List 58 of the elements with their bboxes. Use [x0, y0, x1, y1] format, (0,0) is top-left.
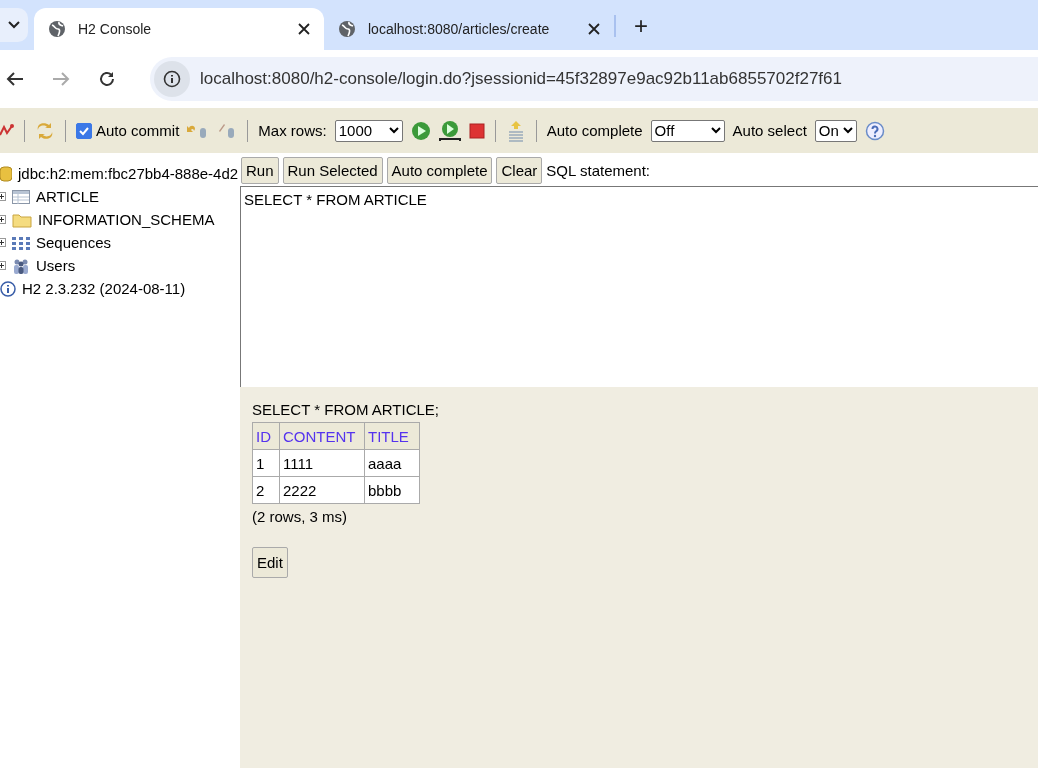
tab-list-button[interactable] [0, 8, 28, 42]
result-summary: (2 rows, 3 ms) [252, 508, 347, 525]
connection-label: jdbc:h2:mem:fbc27bb4-888e-4d2 [18, 165, 239, 182]
tree-item[interactable]: ARTICLE [36, 188, 100, 205]
close-icon[interactable] [298, 23, 310, 35]
address-bar[interactable]: localhost:8080/h2-console/login.do?jsessionid=45f32897e9ac92b11ab6855702f27f61 [150, 57, 1038, 101]
database-icon [0, 165, 12, 182]
globe-icon [48, 20, 66, 38]
tab-title: localhost:8080/articles/create [368, 21, 551, 37]
table-cell: 2222 [279, 476, 365, 504]
table-icon [12, 189, 30, 204]
toolbar-button[interactable]: Run [241, 157, 279, 184]
table-cell: 1111 [279, 449, 365, 477]
site-info-button[interactable] [154, 61, 190, 97]
play-selected-icon[interactable] [438, 119, 461, 142]
column-header[interactable]: TITLE [364, 422, 420, 450]
reload-icon[interactable] [98, 70, 116, 88]
auto-select-select[interactable]: On [814, 119, 857, 142]
tree-item[interactable]: Users [36, 257, 76, 274]
tree-item[interactable]: Sequences [36, 234, 112, 251]
checkbox[interactable] [76, 122, 92, 139]
column-header[interactable]: CONTENT [279, 422, 365, 450]
close-icon[interactable] [588, 23, 600, 35]
chevron-down-icon [388, 127, 399, 134]
max-rows-label: Max rows: [258, 122, 327, 139]
auto-complete-label: Auto complete [546, 122, 643, 139]
table-cell: 1 [252, 449, 280, 477]
help-icon[interactable] [864, 120, 885, 141]
sql-editor[interactable]: SELECT * FROM ARTICLE [240, 186, 1038, 387]
column-header[interactable]: ID [252, 422, 280, 450]
back-icon[interactable] [6, 71, 24, 87]
auto-commit-checkbox[interactable]: Auto commit [76, 122, 180, 139]
chevron-down-icon [842, 127, 853, 134]
info-icon [163, 70, 181, 88]
auto-select-label: Auto select [732, 122, 807, 139]
chevron-down-icon [710, 127, 721, 134]
max-rows-select[interactable]: 1000 [334, 119, 403, 142]
toolbar-button[interactable]: Auto complete [386, 157, 493, 184]
browser-tab[interactable]: H2 Console [34, 8, 324, 50]
tab-title: H2 Console [78, 21, 153, 37]
toolbar-button[interactable]: Run Selected [282, 157, 383, 184]
grid-dots-icon [12, 235, 30, 250]
new-tab-button[interactable]: + [628, 12, 654, 40]
toolbar-button[interactable]: Clear [496, 157, 543, 184]
browser-tab[interactable]: localhost:8080/articles/create [324, 8, 614, 50]
version-label: H2 2.3.232 (2024-08-11) [22, 280, 186, 297]
sql-statement-label: SQL statement: [546, 162, 650, 179]
edit-button[interactable]: Edit [252, 547, 288, 578]
tree-item[interactable]: INFORMATION_SCHEMA [38, 211, 215, 228]
users-icon [12, 257, 30, 274]
folder-icon [12, 211, 32, 228]
stop-icon[interactable] [468, 122, 485, 139]
result-statement: SELECT * FROM ARTICLE; [252, 401, 439, 418]
chevron-down-icon [8, 21, 20, 29]
globe-icon [338, 20, 356, 38]
auto-complete-select[interactable]: Off [650, 119, 725, 142]
play-icon[interactable] [410, 120, 431, 141]
table-cell: 2 [252, 476, 280, 504]
